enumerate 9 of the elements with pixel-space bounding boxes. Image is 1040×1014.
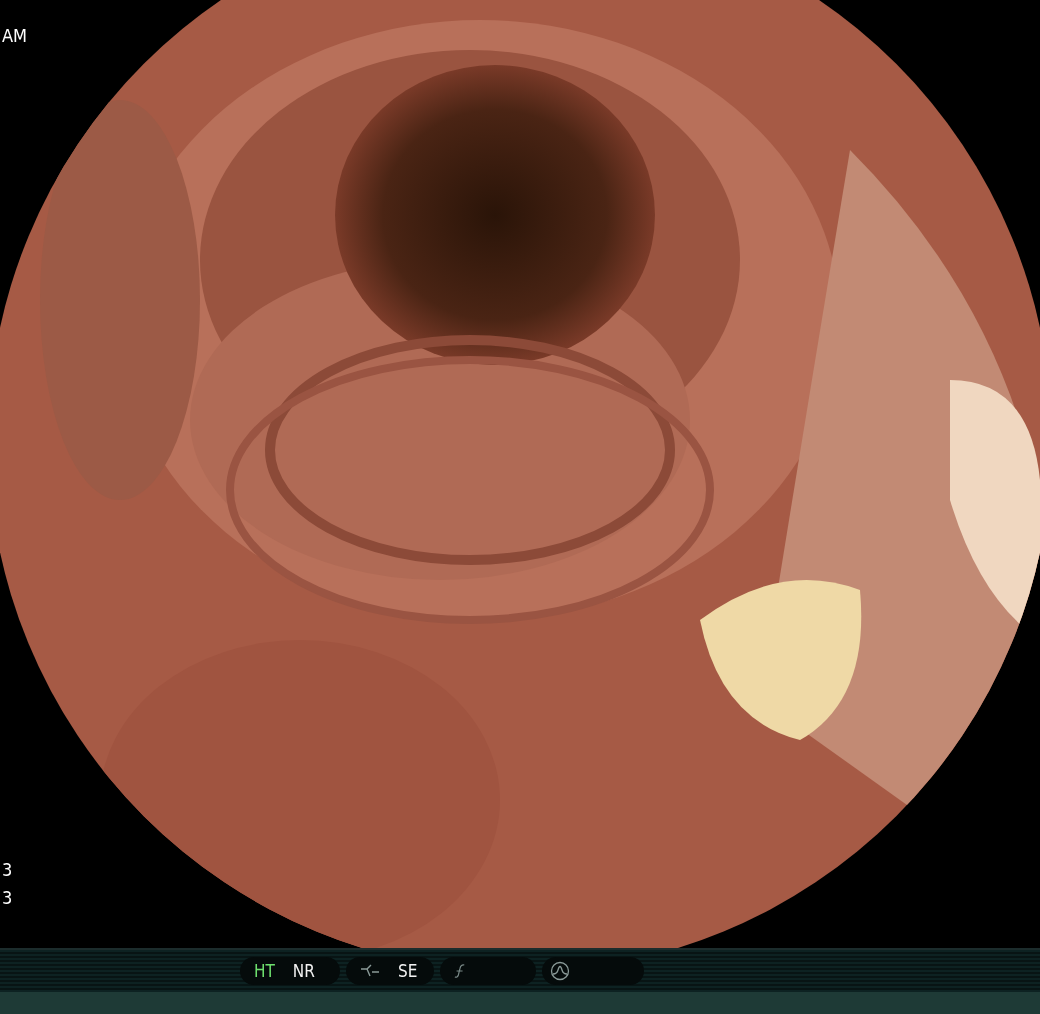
- mode-label: SE: [398, 961, 418, 981]
- overlay-text: AM: [2, 26, 28, 46]
- mode-label: HT: [254, 961, 275, 981]
- mode-label: NR: [292, 961, 315, 981]
- function-icon: [454, 963, 466, 979]
- wave-circle-icon: [550, 961, 570, 981]
- tone-curve-icon: [360, 964, 380, 978]
- overlay-text: 3: [2, 860, 13, 880]
- overlay-text: 3: [2, 888, 13, 908]
